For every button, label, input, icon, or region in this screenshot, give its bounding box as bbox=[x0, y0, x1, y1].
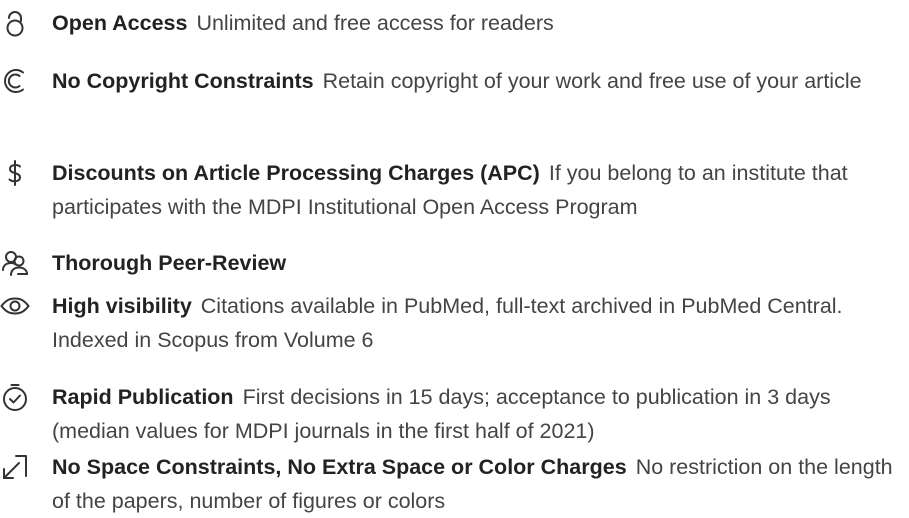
benefit-text: No Copyright Constraints Retain copyright… bbox=[52, 64, 904, 98]
benefit-title: High visibility bbox=[52, 294, 192, 318]
benefit-text: No Space Constraints, No Extra Space or … bbox=[52, 450, 904, 518]
benefit-text: Rapid Publication First decisions in 15 d… bbox=[52, 380, 904, 448]
benefit-text: Thorough Peer-Review bbox=[52, 246, 904, 280]
reviewers-icon bbox=[0, 248, 30, 278]
dollar-icon bbox=[0, 158, 30, 188]
benefit-description: Unlimited and free access for readers bbox=[196, 11, 554, 35]
benefit-title: Discounts on Article Processing Charges … bbox=[52, 161, 540, 185]
benefit-description: Retain copyright of your work and free u… bbox=[322, 69, 862, 93]
open-lock-icon bbox=[0, 8, 30, 38]
expand-arrow-icon bbox=[0, 452, 30, 482]
benefit-title: Rapid Publication bbox=[52, 385, 234, 409]
benefit-text: Open Access Unlimited and free access for… bbox=[52, 6, 904, 40]
stopwatch-check-icon bbox=[0, 382, 30, 412]
benefit-text: Discounts on Article Processing Charges … bbox=[52, 156, 904, 224]
benefit-title: No Copyright Constraints bbox=[52, 69, 314, 93]
no-copyright-icon bbox=[0, 66, 30, 96]
benefit-title: No Space Constraints, No Extra Space or … bbox=[52, 455, 627, 479]
benefit-title: Thorough Peer-Review bbox=[52, 251, 287, 275]
benefit-title: Open Access bbox=[52, 11, 188, 35]
benefits-list: Open Access Unlimited and free access for… bbox=[0, 0, 909, 513]
eye-icon bbox=[0, 291, 30, 321]
benefit-text: High visibility Citations available in Pu… bbox=[52, 289, 904, 357]
